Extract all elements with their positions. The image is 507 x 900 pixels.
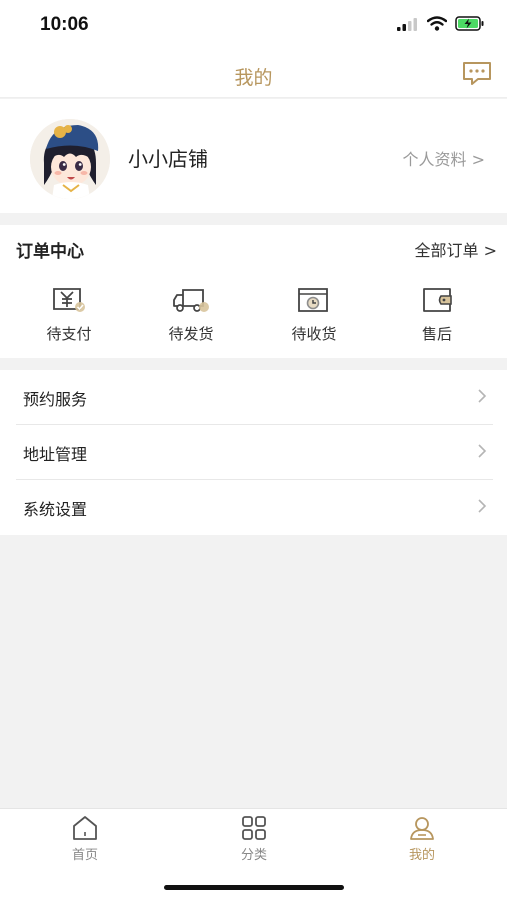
order-pending-receipt[interactable]: 待收货 (269, 285, 359, 351)
status-icons (397, 16, 485, 31)
tab-label: 我的 (408, 848, 435, 863)
tab-mine[interactable]: 我的 (377, 815, 467, 863)
wallet-icon (423, 288, 452, 312)
order-item-label: 待发货 (168, 325, 214, 343)
profile-card[interactable]: 小小店铺 个人资料 > (0, 99, 507, 213)
status-bar: 10:06 (0, 0, 507, 52)
home-icon (73, 816, 97, 840)
receive-box-icon (298, 288, 328, 312)
menu-item-address[interactable]: 地址管理 (16, 425, 493, 480)
chevron-right-icon (478, 499, 487, 513)
wifi-icon (427, 16, 447, 31)
order-item-label: 售后 (421, 325, 452, 343)
menu-item-label: 地址管理 (23, 445, 88, 464)
shop-name: 小小店铺 (128, 147, 208, 171)
order-center-title: 订单中心 (16, 242, 84, 262)
payment-icon (53, 288, 85, 312)
order-pending-payment[interactable]: 待支付 (24, 285, 114, 351)
truck-icon (173, 289, 209, 312)
signal-icon (397, 17, 417, 31)
category-icon (242, 816, 266, 840)
order-pending-shipment[interactable]: 待发货 (146, 285, 236, 351)
menu-item-settings[interactable]: 系统设置 (16, 480, 493, 535)
menu-item-label: 系统设置 (23, 500, 88, 519)
order-center: 订单中心 全部订单 > 待支付 待发货 待收货 售后 (0, 225, 507, 358)
menu-item-label: 预约服务 (23, 390, 88, 409)
avatar-image (30, 119, 110, 199)
menu-item-appointment[interactable]: 预约服务 (16, 370, 493, 425)
chevron-right-icon (478, 389, 487, 403)
home-indicator (164, 885, 344, 890)
all-orders-link[interactable]: 全部订单 > (415, 237, 498, 261)
user-icon (410, 817, 434, 840)
tab-label: 首页 (71, 848, 98, 863)
tab-label: 分类 (240, 848, 267, 863)
profile-link[interactable]: 个人资料 > (403, 146, 486, 170)
battery-charging-icon (455, 16, 484, 31)
order-after-sales[interactable]: 售后 (392, 285, 482, 351)
message-button[interactable] (461, 60, 493, 88)
avatar[interactable] (30, 119, 110, 199)
message-icon (463, 62, 491, 85)
status-time: 10:06 (40, 14, 89, 35)
tab-category[interactable]: 分类 (209, 815, 299, 863)
chevron-right-icon (478, 444, 487, 458)
nav-bar: 我的 (0, 52, 507, 98)
tab-home[interactable]: 首页 (40, 815, 130, 863)
order-item-label: 待收货 (291, 325, 337, 343)
page-title: 我的 (234, 67, 273, 89)
menu-list: 预约服务 地址管理 系统设置 (0, 370, 507, 535)
order-item-label: 待支付 (46, 325, 92, 343)
